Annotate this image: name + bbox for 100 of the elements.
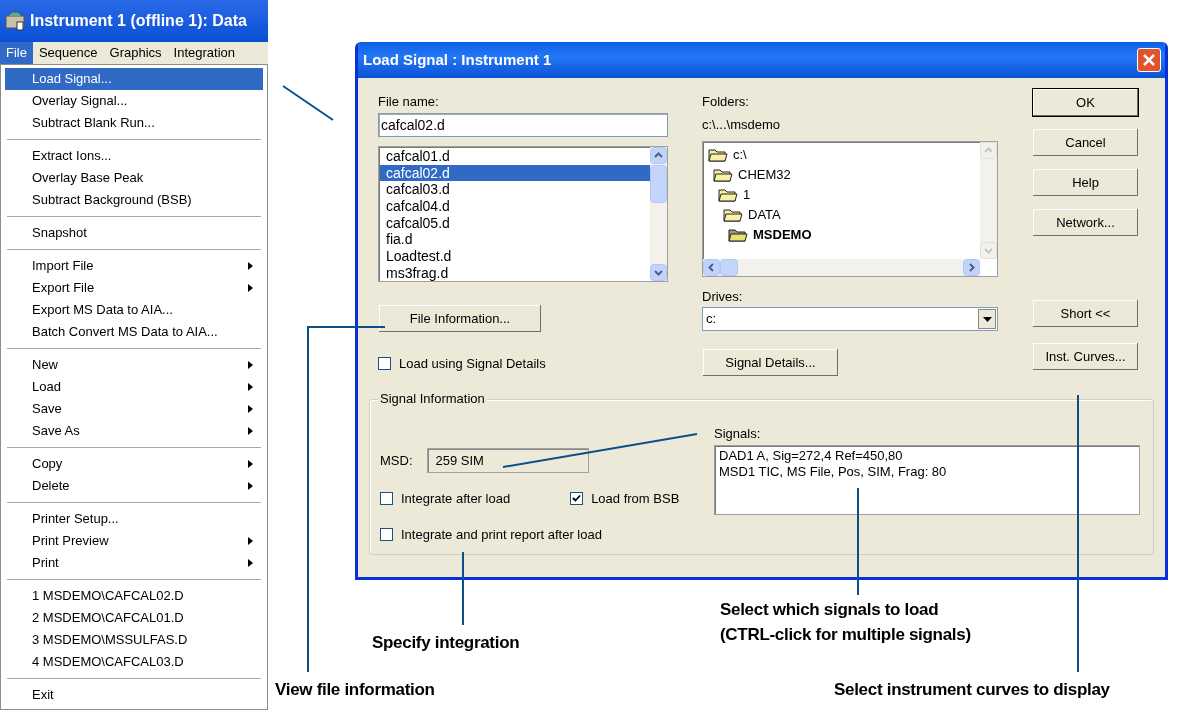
- drives-dropdown[interactable]: c:: [702, 307, 998, 331]
- menu-item[interactable]: Print: [5, 552, 263, 574]
- dialog-button[interactable]: Network...: [1032, 208, 1139, 237]
- checkbox[interactable]: [380, 527, 393, 541]
- menu-item[interactable]: Save: [5, 398, 263, 420]
- checkbox-label: Integrate after load: [401, 490, 511, 508]
- signal-item[interactable]: DAD1 A, Sig=272,4 Ref=450,80: [719, 448, 1135, 464]
- scroll-thumb[interactable]: [650, 165, 667, 203]
- window-title: Instrument 1 (offline 1): Data: [30, 11, 247, 31]
- submenu-arrow-icon: [248, 284, 253, 292]
- dialog-title: Load Signal : Instrument 1: [363, 49, 552, 70]
- folder-item[interactable]: MSDEMO: [752, 225, 813, 245]
- listbox-entry[interactable]: cafcal04.d: [380, 198, 650, 215]
- folder-icon: [708, 147, 728, 163]
- submenu-arrow-icon: [248, 361, 253, 369]
- menu-item[interactable]: 4 MSDEMO\CAFCAL03.D: [5, 651, 263, 673]
- menu-bar-item[interactable]: Integration: [167, 42, 241, 64]
- listbox-entry[interactable]: Loadtest.d: [380, 248, 650, 265]
- chevron-icon: [654, 268, 663, 277]
- listbox-entry[interactable]: cafcal01.d: [380, 148, 650, 165]
- callout-text: View file information: [275, 679, 435, 701]
- signal-item[interactable]: MSD1 TIC, MS File, Pos, SIM, Frag: 80: [719, 464, 1135, 480]
- checkbox[interactable]: [570, 492, 584, 506]
- folder-item[interactable]: DATA: [747, 205, 782, 225]
- folder-icon: [718, 187, 738, 203]
- menu-item[interactable]: Save As: [5, 420, 263, 442]
- chevron-icon: [984, 146, 993, 155]
- listbox-entry[interactable]: cafcal02.d: [380, 164, 650, 182]
- file-name-field[interactable]: cafcal02.d: [378, 113, 668, 137]
- scroll-right-button[interactable]: [963, 259, 980, 276]
- listbox-entry[interactable]: cafcal05.d: [380, 214, 650, 232]
- scroll-left-button[interactable]: [703, 259, 720, 276]
- menu-item[interactable]: New: [5, 354, 263, 376]
- menu-item[interactable]: 1 MSDEMO\CAFCAL02.D: [5, 585, 263, 607]
- listbox-entry[interactable]: ms3frag.d: [380, 264, 650, 281]
- folder-item[interactable]: CHEM32: [737, 165, 792, 185]
- group-title: Signal Information: [378, 391, 487, 407]
- folder-icon: [723, 207, 743, 223]
- inst-curves-button[interactable]: Inst. Curves...: [1032, 342, 1139, 371]
- close-button[interactable]: [1137, 48, 1161, 72]
- menu-item[interactable]: Subtract Blank Run...: [5, 112, 263, 134]
- menu-item[interactable]: Overlay Signal...: [5, 90, 263, 112]
- dialog-button[interactable]: Cancel: [1032, 128, 1139, 157]
- menu-item[interactable]: Batch Convert MS Data to AIA...: [5, 321, 263, 343]
- menu-item[interactable]: 3 MSDEMO\MSSULFAS.D: [5, 629, 263, 651]
- checkbox-label: Load from BSB: [591, 490, 680, 508]
- folder-item[interactable]: 1: [742, 185, 752, 205]
- menu-item[interactable]: Load Signal...: [5, 68, 263, 90]
- menu-item[interactable]: 2 MSDEMO\CAFCAL01.D: [5, 607, 263, 629]
- menu-item[interactable]: Snapshot: [5, 222, 263, 244]
- folder-item[interactable]: c:\: [732, 145, 748, 165]
- menu-bar-item[interactable]: Sequence: [32, 42, 104, 64]
- field-label: Drives:: [702, 289, 744, 304]
- folder-path: c:\...\msdemo: [702, 117, 782, 132]
- short-button[interactable]: Short <<: [1032, 299, 1139, 328]
- submenu-arrow-icon: [248, 383, 253, 391]
- callout-text: Select which signals to load (CTRL-click for multiple signals): [720, 599, 971, 646]
- menu-item[interactable]: Printer Setup...: [5, 508, 263, 530]
- menu-item[interactable]: Export MS Data to AIA...: [5, 299, 263, 321]
- dropdown-caret-icon: [982, 316, 992, 322]
- menu-item[interactable]: Delete: [5, 475, 263, 497]
- listbox-entry[interactable]: cafcal03.d: [380, 181, 650, 199]
- leader-line: [282, 85, 334, 121]
- menu-item[interactable]: Subtract Background (BSB): [5, 189, 263, 211]
- menu-item[interactable]: Overlay Base Peak: [5, 167, 263, 189]
- horizontal-scrollbar[interactable]: [703, 259, 980, 276]
- field-label: Signals:: [714, 426, 762, 441]
- folder-icon: [713, 167, 733, 183]
- signal-details-button[interactable]: Signal Details...: [702, 348, 839, 377]
- checkbox[interactable]: [378, 357, 391, 371]
- menu-item[interactable]: Export File: [5, 277, 263, 299]
- dialog-button[interactable]: Help: [1032, 168, 1139, 197]
- listbox-entry[interactable]: fia.d: [380, 231, 650, 249]
- field-label: MSD:: [380, 451, 413, 470]
- dialog-button[interactable]: OK: [1032, 88, 1139, 117]
- scroll-down-button[interactable]: [650, 264, 667, 281]
- field-label: Folders:: [702, 94, 750, 109]
- app-icon: [4, 10, 26, 32]
- checkbox[interactable]: [380, 492, 393, 506]
- scroll-thumb[interactable]: [720, 259, 738, 276]
- file-information-button[interactable]: File Information...: [378, 304, 542, 333]
- callout-text: Specify integration: [372, 632, 520, 654]
- menu-item[interactable]: Print Preview: [5, 530, 263, 552]
- submenu-arrow-icon: [248, 537, 253, 545]
- menu-item[interactable]: Import File: [5, 255, 263, 277]
- chevron-icon: [707, 263, 716, 272]
- menu-item[interactable]: Load: [5, 376, 263, 398]
- menu-bar-item[interactable]: Graphics: [103, 42, 168, 64]
- submenu-arrow-icon: [248, 405, 253, 413]
- submenu-arrow-icon: [248, 262, 253, 270]
- close-icon: [1143, 54, 1155, 66]
- menu-bar-item[interactable]: File: [0, 42, 33, 64]
- msd-field: 259 SIM: [426, 448, 589, 473]
- submenu-arrow-icon: [248, 460, 253, 468]
- scroll-up-button[interactable]: [650, 147, 667, 164]
- chevron-icon: [654, 151, 663, 160]
- menu-item[interactable]: Copy: [5, 453, 263, 475]
- scrollbar[interactable]: [650, 147, 667, 281]
- menu-item[interactable]: Exit: [5, 684, 263, 706]
- menu-item[interactable]: Extract Ions...: [5, 145, 263, 167]
